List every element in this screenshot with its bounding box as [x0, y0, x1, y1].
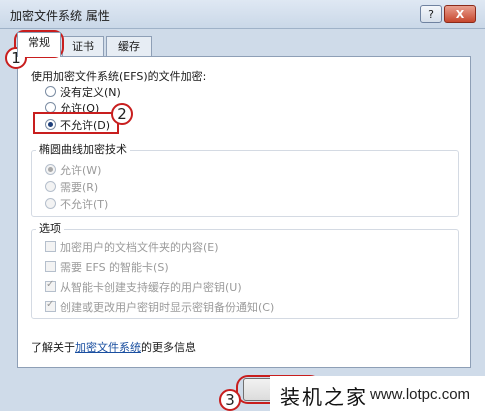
- help-button[interactable]: ?: [420, 5, 442, 23]
- ecc-radio-do-not-allow-label: 不允许(T): [60, 198, 109, 211]
- checkbox-require-smartcard[interactable]: [45, 261, 56, 272]
- radio-not-defined[interactable]: [45, 86, 56, 97]
- checkbox-require-smartcard-label: 需要 EFS 的智能卡(S): [60, 261, 169, 274]
- ecc-radio-allow[interactable]: [45, 164, 56, 175]
- ecc-radio-require-label: 需要(R): [60, 181, 99, 194]
- ecc-radio-allow-label: 允许(W): [60, 164, 102, 177]
- watermark-site-name: 装机之家: [280, 385, 368, 409]
- ecc-radio-do-not-allow[interactable]: [45, 198, 56, 209]
- title-bar: 加密文件系统 属性 ? X: [0, 0, 485, 29]
- highlight-do-not-allow: [33, 112, 119, 134]
- tab-general[interactable]: 常规: [17, 32, 61, 57]
- tab-panel-general: 使用加密文件系统(EFS)的文件加密: 没有定义(N) 允许(O) 不允许(D)…: [17, 56, 471, 368]
- ecc-radio-require[interactable]: [45, 181, 56, 192]
- checkbox-cache-smartcard-key-label: 从智能卡创建支持缓存的用户密钥(U): [60, 281, 242, 294]
- annotation-number-3: 3: [219, 389, 241, 411]
- efs-heading: 使用加密文件系统(EFS)的文件加密:: [31, 70, 207, 83]
- checkbox-key-backup-notify[interactable]: [45, 299, 56, 312]
- annotation-number-2: 2: [111, 103, 133, 125]
- learn-more-suffix: 的更多信息: [141, 341, 196, 354]
- watermark-banner: 装机之家 www.lotpc.com: [270, 376, 485, 411]
- tab-certificates[interactable]: 证书: [62, 36, 104, 56]
- watermark-site-url: www.lotpc.com: [370, 386, 471, 403]
- tab-cache[interactable]: 缓存: [106, 36, 152, 56]
- window-title: 加密文件系统 属性: [10, 9, 110, 23]
- close-button[interactable]: X: [444, 5, 476, 23]
- learn-more-text: 了解关于加密文件系统的更多信息: [31, 339, 196, 355]
- checkbox-encrypt-documents-label: 加密用户的文档文件夹的内容(E): [60, 241, 219, 254]
- checkbox-encrypt-documents[interactable]: [45, 241, 56, 252]
- efs-help-link[interactable]: 加密文件系统: [75, 341, 141, 354]
- properties-dialog: 加密文件系统 属性 ? X 常规 证书 缓存 使用加密文件系统(EFS)的文件加…: [0, 0, 485, 411]
- ecc-group-label: 椭圆曲线加密技术: [36, 141, 130, 157]
- radio-not-defined-label: 没有定义(N): [60, 86, 121, 99]
- checkbox-key-backup-notify-label: 创建或更改用户密钥时显示密钥备份通知(C): [60, 301, 275, 314]
- checkbox-cache-smartcard-key[interactable]: [45, 279, 56, 292]
- options-group-label: 选项: [36, 220, 64, 236]
- learn-more-prefix: 了解关于: [31, 341, 75, 354]
